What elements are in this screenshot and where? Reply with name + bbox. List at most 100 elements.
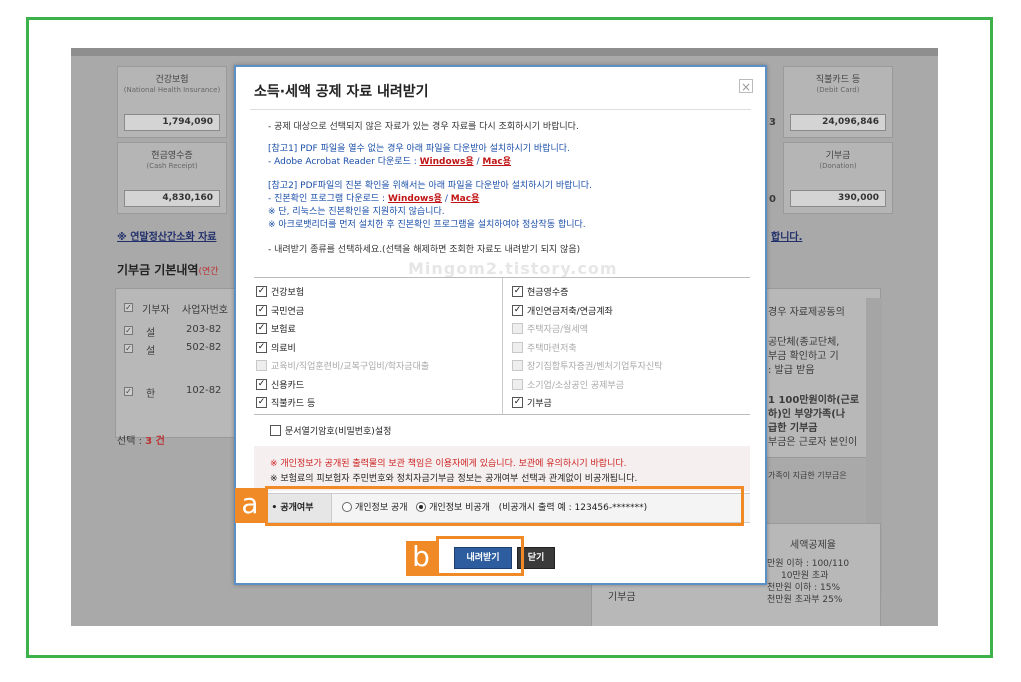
rate-text: 천만원 초과부 25% bbox=[767, 595, 843, 605]
close-icon[interactable]: × bbox=[739, 79, 753, 94]
notice-link-right[interactable]: 합니다. bbox=[771, 228, 802, 243]
row-checkbox[interactable]: ✓ bbox=[124, 344, 133, 353]
privacy-warning: ※ 개인정보가 공개된 출력물의 보관 책임은 이용자에게 있습니다. 보관에 … bbox=[270, 459, 627, 469]
download-type-option[interactable]: ✓ 현금영수증 bbox=[512, 286, 568, 302]
option-checkbox[interactable]: ✓ bbox=[256, 397, 267, 408]
partial-value: 3 bbox=[769, 117, 776, 128]
info-text: 부금 확인하고 기 bbox=[768, 351, 839, 362]
selected-label: 선택 : bbox=[117, 436, 146, 447]
option-checkbox[interactable]: ✓ bbox=[512, 304, 523, 316]
info-text: 경우 자료제공동의 bbox=[768, 307, 845, 318]
download-type-option[interactable]: ✓ 신용카드 bbox=[256, 378, 305, 395]
option-label: 기부금 bbox=[527, 399, 552, 409]
stat-value: 1,794,090 bbox=[124, 114, 220, 131]
stat-sub: (Cash Receipt) bbox=[146, 162, 198, 170]
partial-value: 0 bbox=[769, 194, 776, 205]
ref2-line2: - 진본확인 프로그램 다운로드 : Windows용 / Mac용 bbox=[268, 194, 479, 205]
stat-title: 직불카드 등 bbox=[815, 75, 861, 85]
ref2-line3: ※ 단, 리눅스는 진본확인을 지원하지 않습니다. bbox=[268, 207, 445, 217]
option-checkbox bbox=[512, 323, 523, 334]
download-type-option: 장기집합투자증권/벤처기업투자신탁 bbox=[512, 360, 663, 376]
download-type-option[interactable]: ✓ 의료비 bbox=[256, 341, 296, 358]
stat-sub: (National Health Insurance) bbox=[123, 86, 221, 94]
annotation-label-b: b bbox=[406, 541, 436, 576]
select-all-checkbox[interactable]: ✓ bbox=[124, 303, 133, 312]
option-checkbox bbox=[256, 360, 267, 371]
option-label: 국민연금 bbox=[271, 306, 305, 317]
option-checkbox[interactable]: ✓ bbox=[256, 304, 267, 316]
download-type-option: 소기업/소상공인 공제부금 bbox=[512, 378, 624, 395]
stat-donation: 기부금 (Donation) 390,000 bbox=[783, 142, 893, 214]
download-type-option[interactable]: ✓ 개인연금저축/연금계좌 bbox=[512, 304, 613, 321]
option-checkbox[interactable]: ✓ bbox=[512, 286, 523, 297]
rate-header: 세액공제율 bbox=[790, 540, 836, 551]
option-checkbox[interactable]: ✓ bbox=[256, 286, 267, 297]
ref1-line1: [참고1] PDF 파일을 열수 없는 경우 아래 파일을 다운받아 설치하시기… bbox=[268, 144, 570, 154]
option-checkbox[interactable]: ✓ bbox=[512, 397, 523, 408]
stat-value: 24,096,846 bbox=[790, 114, 886, 131]
password-checkbox[interactable] bbox=[270, 425, 281, 436]
option-label: 현금영수증 bbox=[527, 288, 569, 298]
option-label: 소기업/소상공인 공제부금 bbox=[527, 380, 624, 391]
option-label: 신용카드 bbox=[271, 380, 305, 391]
row-checkbox[interactable]: ✓ bbox=[124, 326, 133, 335]
stat-cash-receipt: 현금영수증 (Cash Receipt) 4,830,160 bbox=[117, 142, 227, 214]
row-name: 한 bbox=[146, 389, 156, 400]
simplified-link[interactable]: ※ 연말정산간소화 자료 bbox=[117, 228, 217, 243]
stat-title: 기부금 bbox=[825, 151, 851, 161]
col-header: 사업자번호 bbox=[182, 305, 228, 316]
option-checkbox[interactable]: ✓ bbox=[256, 341, 267, 353]
download-type-option: 주택마련저축 bbox=[512, 341, 577, 358]
privacy-warning-2: ※ 보험료의 피보험자 주민번호와 정치자금기부금 정보는 공개여부 선택과 관… bbox=[270, 474, 638, 484]
download-type-option[interactable]: ✓ 기부금 bbox=[512, 397, 552, 413]
row-name: 설 bbox=[146, 346, 156, 357]
info-text: : 발급 받음 bbox=[768, 365, 815, 376]
option-label: 의료비 bbox=[271, 343, 296, 354]
section-title-text: 기부금 기본내역 bbox=[117, 263, 199, 277]
info-text: 1 100만원이하(근로 bbox=[768, 395, 860, 406]
stat-sub: (Donation) bbox=[819, 162, 857, 170]
ref1-line2: - Adobe Acrobat Reader 다운로드 : Windows용 /… bbox=[268, 157, 511, 168]
info-text: 부금은 근로자 본인이 bbox=[768, 437, 858, 448]
stat-value: 390,000 bbox=[790, 190, 886, 207]
verifier-mac-link[interactable]: Mac용 bbox=[451, 194, 480, 204]
download-type-grid: ✓ 건강보험 ✓ 국민연금 ✓ 보험료 ✓ 의료비 교육비/직업훈련비/교복구입비/학자금대출 ✓… bbox=[254, 277, 750, 415]
annotation-label-a: a bbox=[235, 488, 265, 523]
download-type-option[interactable]: ✓ 직불카드 등 bbox=[256, 397, 315, 413]
ref2-prefix: - 진본확인 프로그램 다운로드 : bbox=[268, 194, 388, 204]
row-checkbox[interactable]: ✓ bbox=[124, 387, 133, 396]
acrobat-windows-link[interactable]: Windows용 bbox=[420, 157, 474, 167]
section-title: 기부금 기본내역(연간 bbox=[117, 261, 219, 278]
option-checkbox bbox=[512, 378, 523, 390]
option-label: 개인연금저축/연금계좌 bbox=[527, 306, 613, 317]
download-type-option[interactable]: ✓ 보험료 bbox=[256, 323, 296, 339]
info-text: 공단체(종교단체, bbox=[768, 337, 840, 348]
option-label: 장기집합투자증권/벤처기업투자신탁 bbox=[527, 362, 663, 372]
stat-title: 현금영수증 bbox=[151, 151, 193, 161]
row-id: 502-82 bbox=[186, 342, 222, 353]
option-checkbox bbox=[512, 360, 523, 371]
password-option-label: 문서열기암호(비밀번호)설정 bbox=[285, 427, 392, 437]
link-separator: / bbox=[441, 194, 451, 204]
download-type-option[interactable]: ✓ 건강보험 bbox=[256, 286, 304, 302]
password-option[interactable]: 문서열기암호(비밀번호)설정 bbox=[270, 424, 391, 437]
highlight-box-b bbox=[436, 536, 524, 576]
stat-title: 건강보험 bbox=[155, 75, 189, 85]
option-label: 주택마련저축 bbox=[527, 343, 577, 354]
rate-label: 기부금 bbox=[608, 592, 636, 603]
grid-divider bbox=[502, 278, 503, 414]
acrobat-mac-link[interactable]: Mac용 bbox=[482, 157, 511, 167]
dialog-title: 소득·세액 공제 자료 내려받기 bbox=[254, 84, 429, 100]
download-type-option[interactable]: ✓ 국민연금 bbox=[256, 304, 305, 321]
info-text: 가족이 지급한 기부금은 bbox=[768, 471, 847, 480]
notice-top: - 공제 대상으로 선택되지 않은 자료가 있는 경우 자료를 다시 조회하시기… bbox=[268, 122, 579, 132]
right-info-panel: 경우 자료제공동의 공단체(종교단체, 부금 확인하고 기 : 발급 받음 1 … bbox=[761, 288, 881, 480]
verifier-windows-link[interactable]: Windows용 bbox=[388, 194, 442, 204]
option-checkbox[interactable]: ✓ bbox=[256, 323, 267, 334]
background-topbar bbox=[71, 48, 938, 56]
stat-value: 4,830,160 bbox=[124, 190, 220, 207]
option-checkbox[interactable]: ✓ bbox=[256, 378, 267, 390]
selected-number: 3 건 bbox=[145, 436, 165, 447]
option-label: 주택자금/월세액 bbox=[527, 325, 588, 335]
ref2-line1: [참고2] PDF파일의 진본 확인을 위해서는 아래 파일을 다운받아 설치하… bbox=[268, 181, 592, 191]
